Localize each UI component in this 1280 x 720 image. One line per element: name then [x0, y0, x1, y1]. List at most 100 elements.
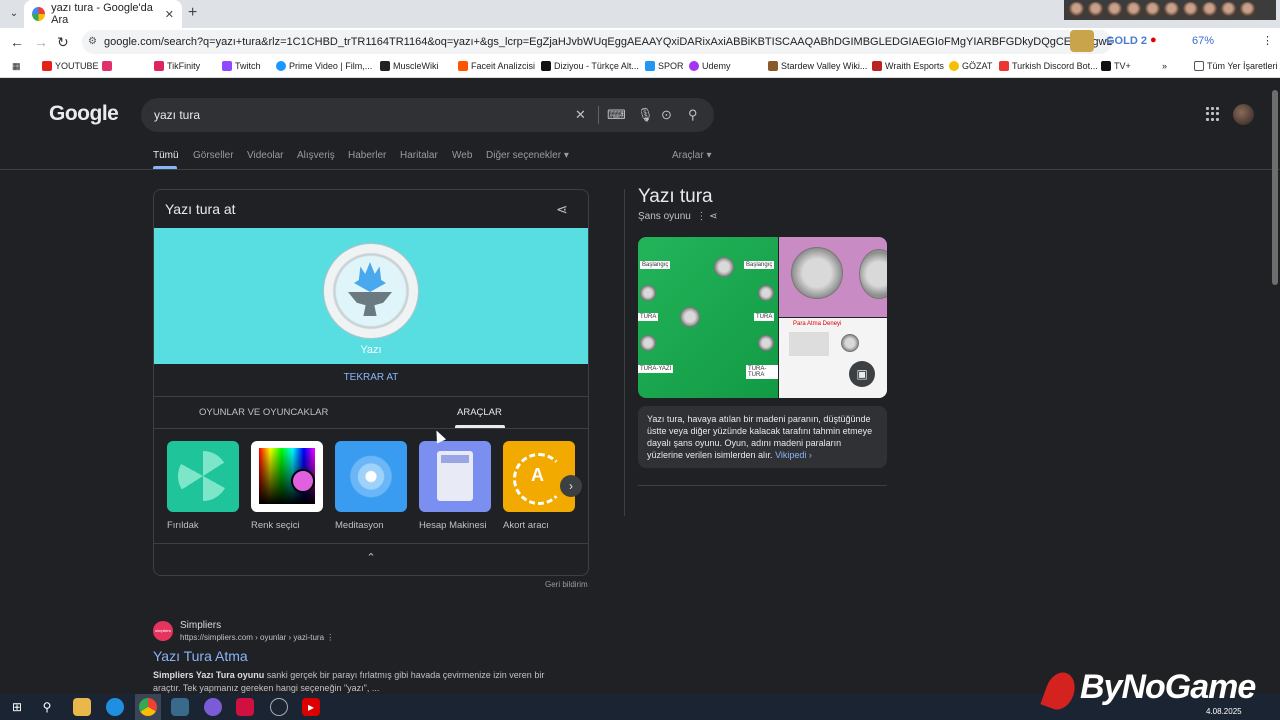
flow-diagram-image[interactable]: Başlangıç Başlangıç TURA TURA TURA-YAZI …: [638, 237, 778, 398]
tab-title: yazı tura - Google'da Ara: [51, 2, 153, 26]
bookmark-instagram[interactable]: [102, 61, 112, 71]
site-info-icon[interactable]: ⚙: [88, 30, 97, 54]
knowledge-subtitle: Şans oyunu ⋮ ⋖: [638, 211, 718, 222]
bookmark-prime-video[interactable]: Prime Video | Film,...: [276, 61, 372, 71]
extension-badge[interactable]: GOLD 2: [1106, 35, 1147, 57]
edge-icon[interactable]: [106, 698, 124, 716]
menu-icon[interactable]: ⋮: [1262, 34, 1273, 56]
search-input[interactable]: yazı tura ✕ ⌨ 🎙 ⊙ ⚲: [141, 98, 714, 132]
tab-games[interactable]: OYUNLAR VE OYUNCAKLAR: [199, 407, 328, 418]
result-url[interactable]: https://simpliers.com › oyunlar › yazi-t…: [180, 633, 334, 642]
watermark: ByNoGame: [1080, 668, 1256, 706]
tool-calculator[interactable]: Hesap Makinesi: [419, 441, 491, 531]
feedback-link[interactable]: Geri bildirim: [545, 580, 588, 589]
tools-button[interactable]: Araçlar ▾: [672, 150, 711, 161]
bookmark-faceit[interactable]: Faceit Analizcisi: [458, 61, 535, 71]
tab-news[interactable]: Haberler: [348, 150, 386, 161]
knowledge-images[interactable]: Başlangıç Başlangıç TURA TURA TURA-YAZI …: [638, 237, 887, 398]
tool-meditation[interactable]: Meditasyon: [335, 441, 407, 531]
calculator-icon: [419, 441, 491, 512]
tab-all[interactable]: Tümü: [153, 150, 179, 161]
tab-web[interactable]: Web: [452, 150, 472, 161]
youtube-icon[interactable]: ▸: [302, 698, 320, 716]
search-icon[interactable]: ⚲: [38, 698, 56, 716]
keyboard-icon[interactable]: ⌨: [607, 98, 626, 132]
file-explorer-icon[interactable]: [73, 698, 91, 716]
flip-again-button[interactable]: TEKRAR AT: [154, 372, 588, 383]
bookmark-gozat[interactable]: GÖZAT: [949, 61, 992, 71]
tab-more[interactable]: Diğer seçenekler ▾: [486, 150, 569, 161]
tab-shopping[interactable]: Alışveriş: [297, 150, 335, 161]
bookmark-stardew[interactable]: Stardew Valley Wiki...: [768, 61, 867, 71]
coins-photo[interactable]: [779, 237, 887, 317]
tool-label: Meditasyon: [335, 520, 384, 531]
coin-area: Yazı: [154, 228, 588, 364]
result-title-link[interactable]: Yazı Tura Atma: [153, 648, 248, 664]
microphone-icon[interactable]: 🎙: [637, 98, 654, 132]
chrome-icon[interactable]: [139, 698, 157, 716]
date: 4.08.2025: [1206, 707, 1242, 716]
tool-label: Hesap Makinesi: [419, 520, 487, 531]
bookmark-tikfinity[interactable]: TikFinity: [154, 61, 200, 71]
avatar[interactable]: [1233, 104, 1254, 125]
tab-search-icon[interactable]: ⌄: [4, 4, 24, 24]
new-tab-button[interactable]: +: [188, 4, 197, 22]
tool-label: Fırıldak: [167, 520, 199, 531]
tool-spinner[interactable]: Fırıldak: [167, 441, 239, 531]
forward-icon[interactable]: →: [34, 34, 48, 50]
app-icon[interactable]: [171, 698, 189, 716]
coin-icon[interactable]: [324, 244, 418, 338]
browser-tab[interactable]: yazı tura - Google'da Ara ✕: [24, 0, 182, 28]
chalice-icon: [348, 292, 392, 316]
bookmark-spor[interactable]: SPOR: [645, 61, 684, 71]
all-bookmarks[interactable]: Tüm Yer İşaretleri: [1194, 61, 1278, 71]
result-site-name[interactable]: Simpliers: [180, 620, 221, 631]
clear-icon[interactable]: ✕: [575, 98, 586, 132]
bookmark-discord-bot[interactable]: Turkish Discord Bot...: [999, 61, 1098, 71]
search-icon[interactable]: ⚲: [688, 98, 698, 132]
meditation-icon: [335, 441, 407, 512]
tab-videos[interactable]: Videolar: [247, 150, 284, 161]
close-tab-icon[interactable]: ✕: [165, 8, 174, 21]
windows-start-icon[interactable]: ⊞: [8, 698, 26, 716]
tab-maps[interactable]: Haritalar: [400, 150, 438, 161]
discord-icon[interactable]: [204, 698, 222, 716]
valorant-icon[interactable]: [236, 698, 254, 716]
bookmark-wraith[interactable]: Wraith Esports: [872, 61, 944, 71]
tool-color-picker[interactable]: Renk seçici: [251, 441, 323, 531]
experiment-image[interactable]: Para Atma Deneyi: [779, 318, 887, 398]
rank-badge-icon[interactable]: [1070, 30, 1094, 52]
bookmark-tv-plus[interactable]: TV+: [1101, 61, 1131, 71]
bookmark-diziyou[interactable]: Diziyou - Türkçe Alt...: [541, 61, 639, 71]
tab-tools[interactable]: ARAÇLAR: [457, 407, 502, 418]
more-options-icon[interactable]: ⋮: [696, 211, 706, 222]
url-text: google.com/search?q=yazı+tura&rlz=1C1CHB…: [104, 36, 1112, 48]
bookmark-udemy[interactable]: Udemy: [689, 61, 731, 71]
wikipedia-link[interactable]: Vikipedi ›: [775, 450, 812, 460]
chevron-up-icon[interactable]: ⌃: [154, 551, 588, 564]
share-icon[interactable]: ⋖: [556, 201, 568, 218]
lens-icon[interactable]: ⊙: [661, 98, 672, 132]
reload-icon[interactable]: ↻: [57, 34, 69, 51]
back-icon[interactable]: ←: [10, 34, 24, 50]
chevron-right-icon[interactable]: ›: [560, 475, 582, 497]
more-options-icon[interactable]: ⋮: [326, 633, 334, 642]
percent-indicator: 67%: [1192, 35, 1215, 47]
panel-divider: [638, 485, 887, 486]
bookmark-youtube[interactable]: YOUTUBE: [42, 61, 99, 71]
share-icon[interactable]: ⋖: [709, 211, 717, 222]
google-logo[interactable]: Google: [49, 102, 119, 126]
bookmark-twitch[interactable]: Twitch: [222, 61, 261, 71]
apps-grid-icon[interactable]: ▦: [12, 61, 21, 72]
obs-icon[interactable]: [270, 698, 288, 716]
scrollbar[interactable]: [1272, 90, 1278, 285]
coin-result: Yazı: [360, 344, 382, 356]
divider: [154, 543, 588, 544]
bookmark-musclewiki[interactable]: MuscleWiki: [380, 61, 439, 71]
address-bar[interactable]: ⚙ google.com/search?q=yazı+tura&rlz=1C1C…: [82, 30, 1112, 54]
opera-icon[interactable]: ●: [1150, 34, 1157, 56]
more-bookmarks-icon[interactable]: »: [1162, 61, 1167, 71]
google-apps-icon[interactable]: [1206, 107, 1220, 121]
tab-images[interactable]: Görseller: [193, 150, 234, 161]
images-icon[interactable]: ▣: [849, 361, 875, 387]
